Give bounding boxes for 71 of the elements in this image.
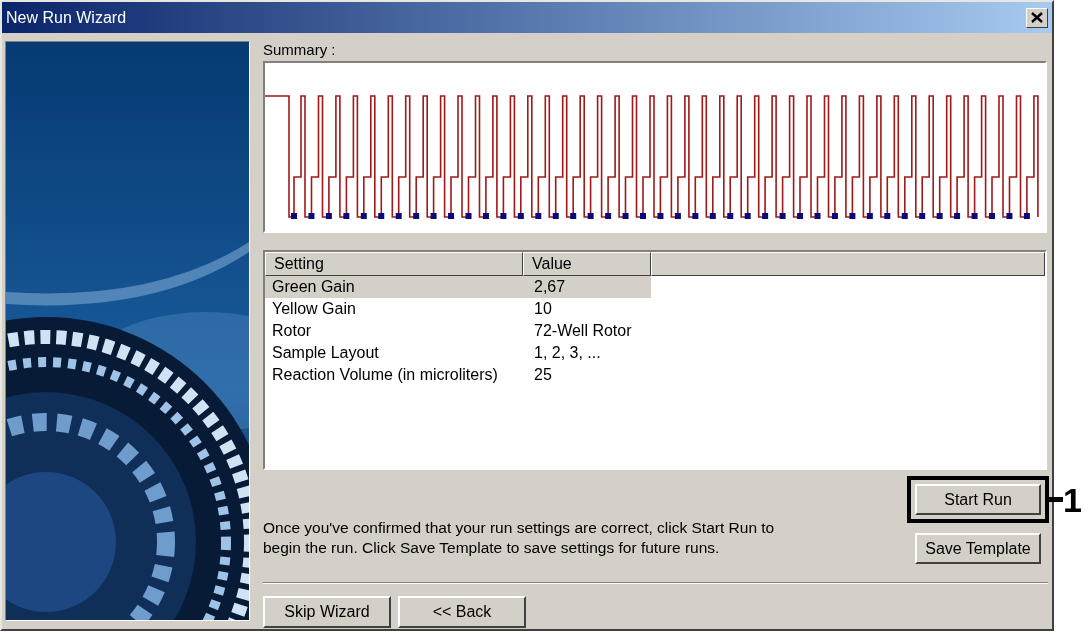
- data-point: [360, 213, 367, 219]
- data-point: [936, 213, 943, 219]
- data-point: [535, 213, 542, 219]
- data-point: [989, 213, 995, 219]
- data-point: [640, 213, 646, 219]
- data-point: [413, 213, 420, 219]
- data-point: [744, 213, 751, 219]
- column-header[interactable]: Value: [523, 252, 651, 276]
- data-point: [727, 213, 734, 219]
- data-point: [901, 213, 908, 219]
- action-button[interactable]: Save Template: [915, 533, 1041, 564]
- data-point: [291, 213, 297, 219]
- table-row[interactable]: Green Gain 2,67: [265, 276, 651, 298]
- table-cell-text: Sample Layout: [271, 344, 380, 362]
- table-cell-text: Rotor: [271, 322, 313, 340]
- instruction-text: Once you've confirmed that your run settings are correct, click Start Run to begin the run. Click Save Template to save settings for future runs.: [263, 518, 776, 558]
- table-cell-text: Reaction Volume (in microliters): [271, 366, 499, 384]
- data-point: [343, 213, 350, 219]
- data-point: [762, 213, 769, 219]
- data-point: [919, 213, 926, 219]
- table-cell-text: 10: [533, 300, 553, 318]
- data-point: [325, 213, 332, 219]
- table-cell-text: 2,67: [533, 278, 567, 296]
- data-point: [954, 213, 961, 219]
- data-point: [622, 213, 629, 219]
- data-point: [587, 213, 594, 219]
- data-point: [395, 213, 402, 219]
- column-header[interactable]: [651, 252, 1045, 276]
- data-point: [517, 213, 524, 219]
- data-point: [884, 213, 891, 219]
- table-row[interactable]: Yellow Gain 10: [265, 298, 651, 320]
- data-point: [570, 213, 577, 219]
- data-point: [308, 213, 315, 219]
- table-cell-text: 72-Well Rotor: [533, 322, 633, 340]
- data-point: [500, 213, 507, 219]
- data-point: [866, 213, 873, 219]
- data-point: [605, 213, 612, 219]
- data-point: [430, 213, 437, 219]
- data-point: [552, 213, 559, 219]
- data-point: [971, 213, 978, 219]
- table-cell-text: 1, 2, 3, ...: [533, 344, 602, 362]
- close-button[interactable]: [1026, 7, 1048, 28]
- table-cell-text: Yellow Gain: [271, 300, 357, 318]
- data-point: [482, 213, 489, 219]
- data-point: [779, 213, 786, 219]
- data-point: [709, 213, 716, 219]
- data-point: [378, 213, 385, 219]
- data-point: [1006, 213, 1013, 219]
- data-point: [465, 213, 472, 219]
- data-point: [657, 213, 664, 219]
- data-point: [692, 213, 699, 219]
- column-header[interactable]: Setting: [265, 252, 523, 276]
- summary-label: Summary :: [263, 41, 337, 59]
- action-button[interactable]: Start Run: [915, 484, 1041, 515]
- data-point: [797, 213, 804, 219]
- table-row[interactable]: Rotor 72-Well Rotor: [265, 320, 651, 342]
- table-row[interactable]: Reaction Volume (in microliters) 25: [265, 364, 651, 386]
- data-point: [831, 213, 838, 219]
- close-icon: [1031, 12, 1043, 23]
- table-cell-text: Green Gain: [271, 278, 356, 296]
- nav-button[interactable]: << Back: [398, 596, 526, 628]
- window-title: New Run Wizard: [6, 8, 127, 27]
- table-row[interactable]: Sample Layout 1, 2, 3, ...: [265, 342, 651, 364]
- data-point: [849, 213, 856, 219]
- data-point: [814, 213, 821, 219]
- table-cell-text: 25: [533, 366, 553, 384]
- data-point: [674, 213, 681, 219]
- data-point: [1023, 213, 1030, 219]
- callout-number: 1: [1063, 481, 1082, 518]
- nav-button[interactable]: Skip Wizard: [263, 596, 391, 628]
- data-point: [448, 213, 455, 219]
